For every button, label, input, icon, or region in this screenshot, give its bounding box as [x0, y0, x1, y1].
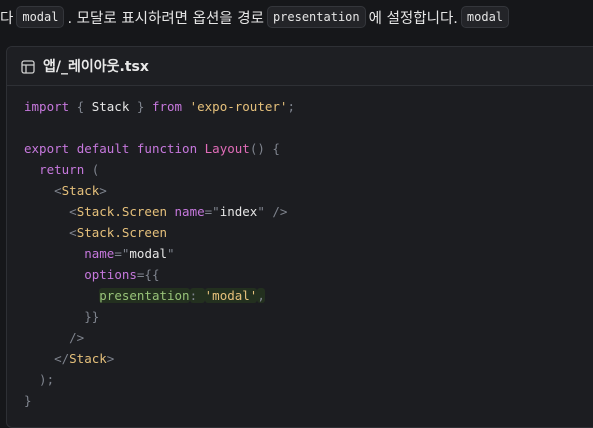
layout-file-icon — [21, 59, 35, 74]
code-token: : — [189, 288, 205, 303]
code-token: Stack.Screen — [76, 225, 167, 240]
code-token: 'expo-router' — [189, 99, 288, 114]
code-token: < — [24, 225, 77, 240]
code-token: Stack — [91, 99, 130, 114]
code-block: 앱/_레이아웃.tsx import { Stack } from 'expo-… — [6, 46, 593, 428]
code-token: " — [167, 246, 175, 261]
code-token: index — [219, 204, 258, 219]
code-line: return ( — [24, 159, 593, 180]
code-token: import — [24, 99, 70, 114]
code-body: import { Stack } from 'expo-router'; exp… — [7, 86, 593, 411]
intro-prefix: 다 — [0, 10, 14, 27]
code-token: =" — [204, 204, 220, 219]
intro-middle: . 모달로 표시하려면 옵션을 경로 — [67, 10, 264, 27]
code-token: modal — [129, 246, 168, 261]
code-line: import { Stack } from 'expo-router'; — [24, 96, 593, 117]
code-token: }} — [24, 309, 100, 324]
code-token: } — [24, 393, 32, 408]
code-token: ( — [84, 162, 100, 177]
code-line: presentation: 'modal', — [24, 285, 593, 306]
code-block-header: 앱/_레이아웃.tsx — [7, 47, 593, 86]
code-line: <Stack.Screen name="index" /> — [24, 201, 593, 222]
code-line: options={{ — [24, 264, 593, 285]
code-token: { — [69, 99, 92, 114]
code-token: Stack — [61, 183, 100, 198]
code-token: < — [24, 204, 77, 219]
code-block-filename: 앱/_레이아웃.tsx — [43, 59, 149, 75]
code-line: ); — [24, 369, 593, 390]
code-line: /> — [24, 327, 593, 348]
code-token: function — [136, 141, 198, 156]
code-token: name — [84, 246, 115, 261]
code-token: } — [129, 99, 152, 114]
code-token: ); — [24, 372, 55, 387]
intro-suffix: 에 설정합니다. — [368, 10, 458, 27]
code-token: < — [24, 183, 62, 198]
code-token: , — [257, 288, 265, 303]
code-token: > — [106, 351, 115, 366]
code-line: </Stack> — [24, 348, 593, 369]
code-token: name — [174, 204, 205, 219]
code-token: return — [39, 162, 85, 177]
code-token: Stack — [69, 351, 107, 366]
code-token: Layout — [204, 141, 250, 156]
code-token: () { — [249, 141, 280, 156]
code-token: ; — [287, 99, 295, 114]
code-token: ={{ — [136, 267, 160, 282]
inline-code-modal: modal — [16, 6, 65, 28]
code-token: Stack.Screen — [76, 204, 167, 219]
code-token: " /> — [257, 204, 288, 219]
code-token: default — [76, 141, 130, 156]
inline-code-presentation: presentation — [266, 6, 366, 28]
inline-code-modal-2: modal — [460, 6, 510, 28]
intro-sentence: 다 modal . 모달로 표시하려면 옵션을 경로 presentation … — [0, 0, 593, 34]
code-line: <Stack> — [24, 180, 593, 201]
code-line: } — [24, 390, 593, 411]
code-token: > — [99, 183, 107, 198]
code-token: from — [151, 99, 183, 114]
code-line: export default function Layout() { — [24, 138, 593, 159]
code-token: options — [84, 267, 137, 282]
code-token: export — [24, 141, 70, 156]
code-token: presentation — [99, 288, 190, 303]
code-token: </ — [24, 351, 70, 366]
code-line: <Stack.Screen — [24, 222, 593, 243]
code-token: /> — [24, 330, 85, 345]
code-line: }} — [24, 306, 593, 327]
code-token: 'modal' — [204, 288, 258, 303]
code-token: =" — [114, 246, 130, 261]
code-line: name="modal" — [24, 243, 593, 264]
